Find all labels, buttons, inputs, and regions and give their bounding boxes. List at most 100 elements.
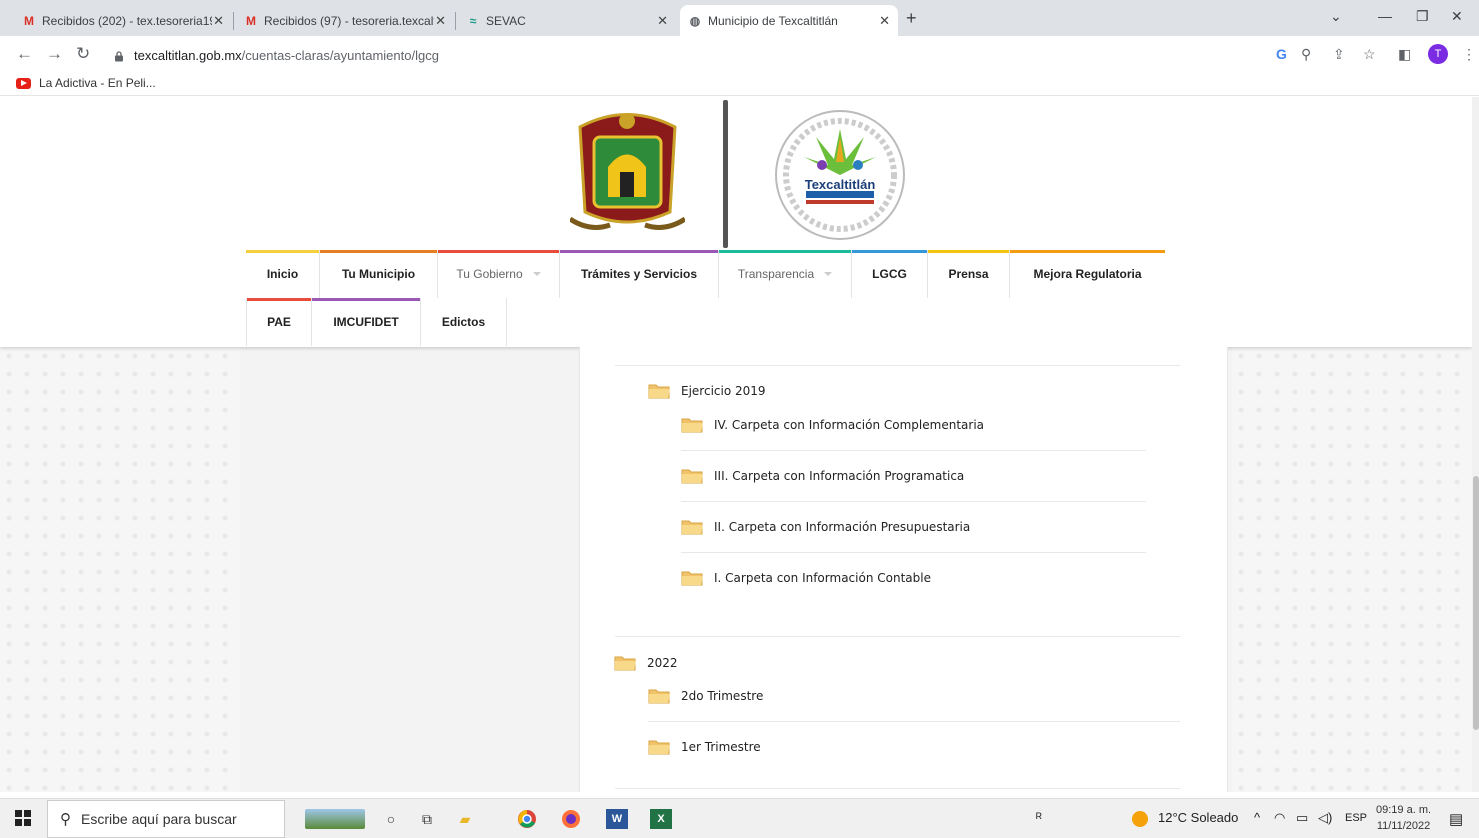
tab-title: Recibidos (97) - tesoreria.texcaltl... — [264, 13, 434, 28]
sevac-icon: ≈ — [469, 13, 477, 28]
folder-label: Ejercicio 2019 — [681, 383, 766, 398]
scrollbar-thumb[interactable] — [1473, 476, 1479, 730]
cortana-icon[interactable]: ○ — [380, 809, 402, 829]
word-icon[interactable]: W — [606, 809, 628, 829]
content-panel: Ejercicio 2019 IV. Carpeta con Informaci… — [579, 347, 1228, 792]
municipal-coat-of-arms-logo[interactable] — [568, 107, 687, 235]
browser-tab-municipio[interactable]: ◍ Municipio de Texcaltitlán ✕ — [680, 5, 898, 36]
menu-icon[interactable]: ⋮ — [1462, 46, 1476, 63]
notifications-icon[interactable]: ▤ — [1449, 810, 1463, 828]
search-placeholder: Escribe aquí para buscar — [81, 811, 237, 827]
globe-icon: ◍ — [689, 13, 701, 28]
back-icon[interactable]: ← — [16, 44, 33, 64]
folder-label: III. Carpeta con Información Programatic… — [714, 468, 965, 483]
task-view-icon[interactable]: ⧉ — [416, 809, 438, 829]
nav-edictos[interactable]: Edictos — [421, 298, 507, 346]
close-tab-icon[interactable]: ✕ — [435, 13, 446, 29]
tray-chevron-icon[interactable]: ^ — [1254, 810, 1260, 825]
folder-ejercicio-2019[interactable]: Ejercicio 2019 — [648, 382, 766, 399]
weather-text[interactable]: 12°C Soleado — [1158, 810, 1238, 825]
excel-icon[interactable]: X — [650, 809, 672, 829]
forward-icon[interactable]: → — [46, 44, 63, 64]
nav-mejora-regulatoria[interactable]: Mejora Regulatoria — [1010, 250, 1165, 298]
people-icon[interactable]: ᴿ — [1036, 810, 1042, 825]
folder-2022[interactable]: 2022 — [614, 654, 678, 671]
tab-title: SEVAC — [486, 13, 526, 28]
side-panel-icon[interactable]: ◧ — [1398, 46, 1411, 63]
folder-icon — [648, 687, 671, 704]
site-header: Texcaltitlán Inicio Tu Municipio Tu Gobi… — [0, 97, 1472, 347]
google-translate-icon[interactable]: G — [1276, 46, 1287, 62]
folder-carpeta-programatica[interactable]: III. Carpeta con Información Programatic… — [681, 467, 964, 484]
chevron-down-icon — [824, 272, 833, 276]
background-pattern-left — [0, 347, 240, 792]
nav-label: Tu Municipio — [341, 267, 416, 281]
weather-sun-icon[interactable] — [1132, 811, 1148, 827]
folder-1er-trimestre[interactable]: 1er Trimestre — [648, 738, 761, 755]
file-explorer-icon[interactable]: ▰ — [454, 809, 476, 829]
nav-imcufidet[interactable]: IMCUFIDET — [312, 298, 421, 346]
folder-2do-trimestre[interactable]: 2do Trimestre — [648, 687, 763, 704]
close-tab-icon[interactable]: ✕ — [657, 13, 668, 29]
folder-icon — [648, 738, 671, 755]
nav-tramites-y-servicios[interactable]: Trámites y Servicios — [560, 250, 719, 298]
nav-label: LGCG — [872, 267, 907, 281]
bookmark-la-adictiva[interactable]: La Adictiva - En Peli... — [16, 76, 156, 90]
windows-start-icon[interactable] — [12, 808, 34, 828]
nav-label: Transparencia — [737, 267, 815, 281]
page-viewport: Texcaltitlán Inicio Tu Municipio Tu Gobi… — [0, 97, 1472, 792]
zoom-icon[interactable]: ⚲ — [1301, 46, 1311, 63]
bookmark-star-icon[interactable]: ☆ — [1363, 46, 1376, 63]
new-tab-icon[interactable]: + — [906, 8, 917, 29]
battery-icon[interactable]: ▭ — [1296, 810, 1308, 826]
restore-icon[interactable]: ❐ — [1416, 8, 1429, 25]
folder-icon — [681, 518, 704, 535]
browser-tab-sevac[interactable]: ≈ SEVAC ✕ — [458, 5, 676, 36]
tab-search-icon[interactable]: ⌄ — [1330, 8, 1342, 25]
folder-label: 2022 — [647, 655, 678, 670]
folder-carpeta-complementaria[interactable]: IV. Carpeta con Información Complementar… — [681, 416, 984, 433]
nav-transparencia[interactable]: Transparencia — [719, 250, 852, 298]
url-host: texcaltitlan.gob.mx — [134, 47, 242, 63]
browser-tab-gmail-2[interactable]: M Recibidos (97) - tesoreria.texcaltl...… — [236, 5, 454, 36]
browser-tab-gmail-1[interactable]: M Recibidos (202) - tex.tesoreria19... ✕ — [14, 5, 232, 36]
minimize-icon[interactable]: — — [1378, 8, 1392, 24]
folder-carpeta-presupuestaria[interactable]: II. Carpeta con Información Presupuestar… — [681, 518, 970, 535]
texcaltitlan-government-logo[interactable]: Texcaltitlán — [772, 107, 908, 243]
taskbar-search-input[interactable]: ⚲ Escribe aquí para buscar — [47, 800, 285, 838]
nav-label: Edictos — [441, 315, 486, 329]
nav-inicio[interactable]: Inicio — [246, 250, 320, 298]
folder-label: IV. Carpeta con Información Complementar… — [714, 417, 984, 432]
folder-carpeta-contable[interactable]: I. Carpeta con Información Contable — [681, 569, 931, 586]
volume-icon[interactable]: ◁) — [1318, 810, 1332, 826]
close-tab-icon[interactable]: ✕ — [879, 13, 890, 29]
nav-tu-gobierno[interactable]: Tu Gobierno — [438, 250, 560, 298]
firefox-icon[interactable] — [560, 809, 582, 829]
folder-label: 2do Trimestre — [681, 688, 764, 703]
close-window-icon[interactable]: ✕ — [1451, 8, 1463, 25]
nav-prensa[interactable]: Prensa — [928, 250, 1010, 298]
address-bar[interactable]: texcaltitlan.gob.mx/cuentas-claras/ayunt… — [104, 41, 1264, 69]
tab-title: Recibidos (202) - tex.tesoreria19... — [42, 13, 212, 28]
network-icon[interactable]: ◠ — [1274, 810, 1285, 826]
chrome-icon[interactable] — [516, 809, 538, 829]
folder-label: 1er Trimestre — [681, 739, 761, 754]
close-tab-icon[interactable]: ✕ — [213, 13, 224, 29]
folder-icon — [681, 416, 704, 433]
share-icon[interactable]: ⇪ — [1333, 46, 1345, 63]
reload-icon[interactable]: ↻ — [76, 44, 90, 64]
nav-label: Tu Gobierno — [456, 267, 523, 281]
clock-date: 11/11/2022 — [1376, 820, 1431, 832]
clock-time: 09:19 a. m. — [1376, 804, 1432, 816]
youtube-icon — [16, 77, 31, 89]
nav-label: Prensa — [948, 267, 989, 281]
clock[interactable]: 09:19 a. m. 11/11/2022 — [1376, 802, 1431, 834]
nav-tu-municipio[interactable]: Tu Municipio — [320, 250, 438, 298]
folder-icon — [681, 569, 704, 586]
nav-pae[interactable]: PAE — [246, 298, 312, 346]
language-indicator[interactable]: ESP — [1345, 812, 1367, 824]
nav-lgcg[interactable]: LGCG — [852, 250, 928, 298]
search-highlight-image[interactable] — [305, 809, 365, 829]
gmail-icon: M — [246, 13, 256, 28]
profile-avatar[interactable]: T — [1428, 44, 1448, 64]
